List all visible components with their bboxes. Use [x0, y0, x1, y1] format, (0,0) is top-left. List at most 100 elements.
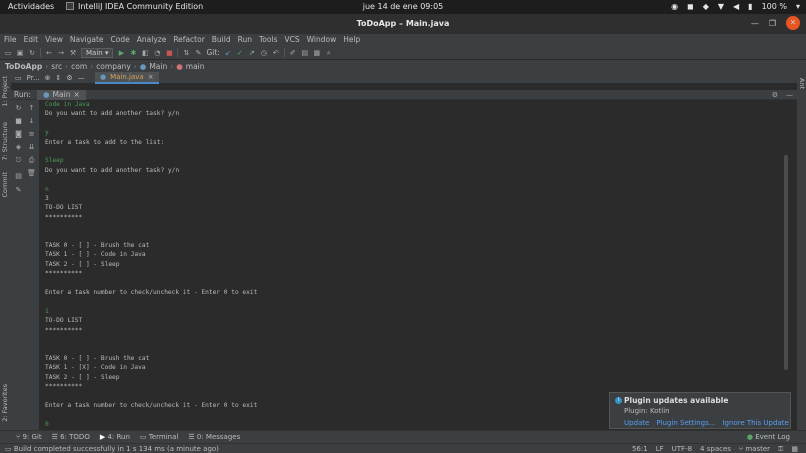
commit-tool-tab[interactable]: Commit [1, 172, 10, 198]
indent-setting[interactable]: 4 spaces [700, 445, 731, 453]
history-icon[interactable]: ◷ [260, 49, 268, 57]
debug-icon[interactable]: ✱ [129, 49, 137, 57]
maximize-icon[interactable]: ❐ [769, 19, 776, 28]
breadcrumb-project[interactable]: ToDoApp [5, 62, 42, 71]
status-message[interactable]: ▭ Build completed successfully in 1 s 13… [5, 445, 219, 453]
build-hammer-icon[interactable]: ⚒ [69, 49, 77, 57]
tool-tab-run[interactable]: ▶ 4: Run [100, 433, 130, 441]
file-encoding[interactable]: UTF-8 [672, 445, 692, 453]
eye-icon[interactable]: ◉ [671, 2, 678, 11]
plugin-settings-link[interactable]: Plugin Settings... [656, 419, 715, 427]
tool-tab-terminal[interactable]: ▭ Terminal [140, 433, 178, 441]
tool-tab-git[interactable]: ⑂ 9: Git [16, 433, 42, 441]
tool-tab-messages[interactable]: ☰ 0: Messages [188, 433, 240, 441]
menu-vcs[interactable]: VCS [284, 34, 299, 46]
stop-icon[interactable]: ■ [14, 117, 23, 126]
structure-tool-tab[interactable]: 7: Structure [1, 122, 10, 161]
favorites-tool-tab[interactable]: 2: Favorites [1, 384, 10, 422]
update-link[interactable]: Update [624, 419, 649, 427]
minimize-icon[interactable]: — [751, 19, 759, 28]
menu-build[interactable]: Build [212, 34, 231, 46]
tool-tab-todo[interactable]: ☰ 6: TODO [52, 433, 90, 441]
profile-icon[interactable]: ◔ [153, 49, 161, 57]
menu-view[interactable]: View [45, 34, 63, 46]
collapse-icon[interactable]: ⇕ [56, 74, 62, 82]
wifi-icon[interactable]: ▼ [718, 2, 724, 11]
run-tab-main[interactable]: ● Main × [37, 89, 86, 100]
run-console[interactable]: Code in Java Do you want to add another t… [40, 100, 789, 430]
line-separator[interactable]: LF [656, 445, 664, 453]
project-structure-icon[interactable]: ▤ [301, 49, 309, 57]
camera-icon[interactable]: ◙ [14, 130, 23, 139]
menu-analyze[interactable]: Analyze [137, 34, 167, 46]
tab-main-java[interactable]: ● Main.java × [95, 71, 159, 84]
pin-icon[interactable]: ✎ [14, 186, 23, 195]
save-all-icon[interactable]: ▣ [16, 49, 24, 57]
ignore-update-link[interactable]: Ignore This Update [722, 419, 788, 427]
layout-icon[interactable]: ▤ [14, 172, 23, 181]
menu-tools[interactable]: Tools [259, 34, 277, 46]
print-icon[interactable]: ⎙ [27, 156, 36, 165]
lock-icon[interactable]: ⚿ [778, 445, 783, 453]
scroll-down-icon[interactable]: ↓ [27, 117, 36, 126]
volume-icon[interactable]: ◀ [733, 2, 739, 11]
update-project-icon[interactable]: ⇅ [182, 49, 190, 57]
discord-icon[interactable]: ◼ [687, 2, 694, 11]
system-tray[interactable]: ◉ ◼ ◆ ▼ ◀ ▮ 100 % ▾ [671, 2, 800, 11]
close-icon[interactable]: ✕ [786, 16, 800, 30]
ant-tool-tab[interactable]: Ant [798, 78, 806, 89]
search-icon[interactable]: ⌕ [325, 49, 333, 57]
menu-window[interactable]: Window [307, 34, 337, 46]
chevron-down-icon[interactable]: ▾ [796, 2, 800, 11]
target-icon[interactable]: ⊕ [45, 74, 51, 82]
exit-icon[interactable]: ⎋ [14, 156, 23, 165]
project-panel-title[interactable]: Pr... [27, 74, 40, 82]
breadcrumb-method[interactable]: main [186, 62, 205, 71]
close-tab-icon[interactable]: × [73, 90, 79, 99]
open-folder-icon[interactable]: ▭ [4, 49, 12, 57]
menu-edit[interactable]: Edit [24, 34, 39, 46]
breadcrumb-src[interactable]: src [51, 62, 62, 71]
back-icon[interactable]: ← [45, 49, 53, 57]
git-branch[interactable]: ⑂ master [739, 445, 770, 453]
git-push-icon[interactable]: ↗ [248, 49, 256, 57]
rerun-icon[interactable]: ↻ [14, 104, 23, 113]
menu-run[interactable]: Run [238, 34, 252, 46]
breadcrumb-class[interactable]: Main [149, 62, 167, 71]
stop-icon[interactable]: ■ [165, 49, 173, 57]
git-commit-icon[interactable]: ✓ [236, 49, 244, 57]
console-scrollbar[interactable] [784, 155, 788, 370]
project-tool-tab[interactable]: 1: Project [1, 76, 10, 107]
close-tab-icon[interactable]: × [148, 73, 154, 81]
menu-code[interactable]: Code [111, 34, 130, 46]
scroll-to-end-icon[interactable]: ⇊ [27, 143, 36, 152]
menu-navigate[interactable]: Navigate [70, 34, 104, 46]
run-icon[interactable]: ▶ [117, 49, 125, 57]
gear-icon[interactable]: ⚙ [772, 90, 778, 100]
run-configuration-select[interactable]: Main ▾ [81, 47, 114, 58]
breadcrumb-com[interactable]: com [71, 62, 87, 71]
event-log-button[interactable]: ● Event Log [747, 433, 790, 441]
hide-panel-icon[interactable]: — [786, 90, 793, 100]
vcs-commit-icon[interactable]: ✎ [194, 49, 202, 57]
restore-layout-icon[interactable]: ◈ [14, 143, 23, 152]
menu-file[interactable]: File [4, 34, 17, 46]
menu-refactor[interactable]: Refactor [173, 34, 204, 46]
forward-icon[interactable]: → [57, 49, 65, 57]
rollback-icon[interactable]: ↶ [272, 49, 280, 57]
hide-icon[interactable]: — [78, 74, 85, 82]
layout-icon[interactable]: ▦ [313, 49, 321, 57]
soft-wrap-icon[interactable]: ≡ [27, 130, 36, 139]
coverage-icon[interactable]: ◧ [141, 49, 149, 57]
git-update-icon[interactable]: ↙ [224, 49, 232, 57]
scroll-up-icon[interactable]: ↑ [27, 104, 36, 113]
settings-wrench-icon[interactable]: ✐ [289, 49, 297, 57]
memory-indicator-icon[interactable]: ▦ [791, 445, 798, 453]
sync-icon[interactable]: ↻ [28, 49, 36, 57]
gear-icon[interactable]: ⚙ [66, 74, 72, 82]
battery-icon[interactable]: ▮ [748, 2, 752, 11]
breadcrumb-company[interactable]: company [96, 62, 131, 71]
dropbox-icon[interactable]: ◆ [703, 2, 709, 11]
menu-help[interactable]: Help [343, 34, 360, 46]
trash-icon[interactable]: 🗑 [27, 169, 36, 178]
